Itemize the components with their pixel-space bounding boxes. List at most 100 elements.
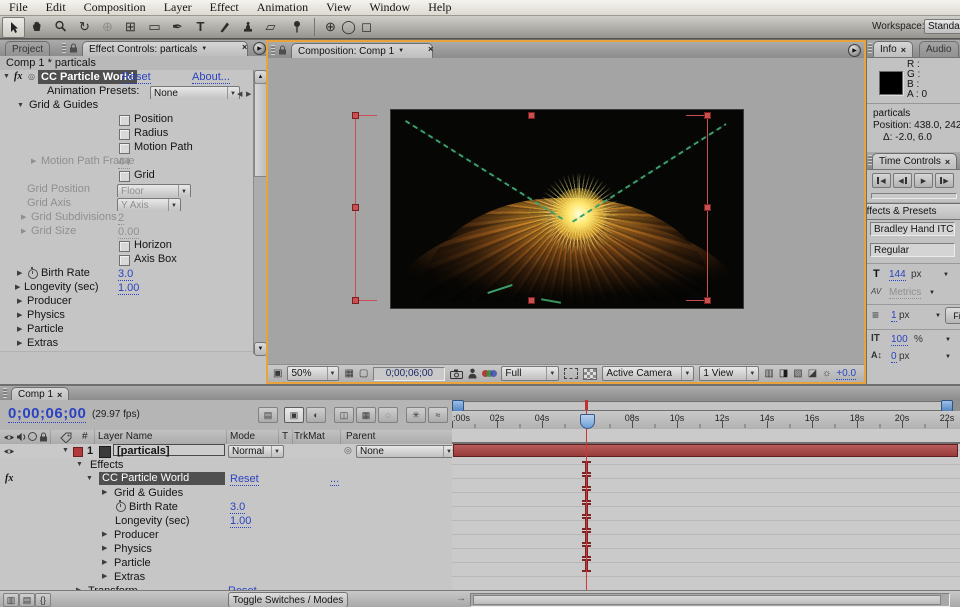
menu-animation[interactable]: Animation: [248, 0, 317, 15]
tab-composition[interactable]: Composition: Comp 1 ▼: [291, 43, 433, 58]
mask-visibility-icon[interactable]: ▢: [359, 368, 368, 379]
tab-time-controls[interactable]: Time Controls ×: [872, 153, 957, 169]
magnification-select[interactable]: 50% ▼: [287, 366, 339, 381]
next-frame-button[interactable]: ▶: [935, 173, 954, 188]
selection-handle[interactable]: [352, 204, 359, 211]
menu-effect[interactable]: Effect: [201, 0, 248, 15]
birth-rate-value[interactable]: 3.0: [230, 502, 245, 514]
dropdown-arrow-icon[interactable]: ▼: [943, 272, 949, 278]
twirl-closed-icon[interactable]: ▶: [102, 542, 107, 556]
graph-editor-button[interactable]: ≈: [428, 407, 448, 423]
fill-over-stroke-button[interactable]: Fill: [945, 307, 960, 324]
tab-dropdown-icon[interactable]: ▼: [398, 48, 404, 54]
twirl-open-icon[interactable]: ▼: [3, 70, 10, 84]
fast-previews-icon[interactable]: ◨: [779, 368, 788, 379]
label-tag-icon[interactable]: [60, 432, 72, 443]
param-value[interactable]: 0.00: [118, 227, 139, 239]
grid-checkbox[interactable]: [119, 171, 130, 182]
close-panel-icon[interactable]: ×: [242, 42, 247, 52]
twirl-closed-icon[interactable]: ▶: [102, 556, 107, 570]
menu-view[interactable]: View: [317, 0, 360, 15]
view-select[interactable]: Active Camera ▼: [602, 366, 694, 381]
menu-window[interactable]: Window: [360, 0, 419, 15]
pixel-aspect-icon[interactable]: ▥: [764, 368, 773, 379]
longevity-value[interactable]: 1.00: [230, 516, 251, 528]
selection-handle[interactable]: [352, 112, 359, 119]
dropdown-arrow-icon[interactable]: ▼: [935, 313, 941, 319]
resolution-select[interactable]: Full ▼: [501, 366, 559, 381]
world-axis-mode-button[interactable]: ◯: [340, 17, 357, 36]
panel-gripper[interactable]: [868, 43, 872, 53]
twirl-closed-icon[interactable]: ▶: [102, 570, 107, 584]
stopwatch-icon[interactable]: [116, 502, 126, 512]
puppet-pin-tool[interactable]: [286, 17, 307, 36]
panel-gripper[interactable]: [271, 45, 275, 55]
axis-box-checkbox[interactable]: [119, 255, 130, 266]
horizontal-scrollbar-thumb[interactable]: [473, 595, 941, 605]
menu-edit[interactable]: Edit: [37, 0, 75, 15]
selection-handle[interactable]: [704, 297, 711, 304]
position-checkbox[interactable]: [119, 115, 130, 126]
selection-handle[interactable]: [528, 112, 535, 119]
expand-in-out-icon[interactable]: {}: [35, 593, 51, 607]
tab-dropdown-icon[interactable]: ▼: [201, 46, 207, 52]
close-panel-icon[interactable]: ×: [945, 157, 950, 167]
menu-layer[interactable]: Layer: [155, 0, 201, 15]
tab-audio[interactable]: Audio: [919, 41, 959, 57]
timeline-button-icon[interactable]: ▧: [793, 368, 802, 379]
live-update-button[interactable]: ▣: [284, 407, 304, 423]
local-axis-mode-button[interactable]: ⊕: [322, 17, 339, 36]
row-physics[interactable]: ▶ Physics: [0, 542, 452, 557]
solo-icon[interactable]: [28, 432, 37, 441]
rotation-tool[interactable]: ↻: [74, 17, 95, 36]
type-tool[interactable]: T: [190, 17, 211, 36]
twirl-closed-icon[interactable]: ▶: [17, 309, 22, 323]
layer-row[interactable]: ▼ 1 [particals] Normal ▼ ◎ None ▼: [0, 444, 452, 459]
pen-tool[interactable]: ✒: [167, 17, 188, 36]
reset-link[interactable]: Reset: [122, 72, 151, 84]
dropdown-arrow-icon[interactable]: ▼: [945, 354, 951, 360]
row-birth-rate[interactable]: Birth Rate 3.0: [0, 500, 452, 515]
birth-rate-value[interactable]: 3.0: [118, 269, 133, 281]
font-style-field[interactable]: Regular: [870, 243, 955, 257]
row-extras[interactable]: ▶ Extras: [0, 570, 452, 585]
vertical-scale-value[interactable]: 100: [891, 334, 908, 346]
expand-layer-switches-icon[interactable]: ▥: [3, 593, 19, 607]
frame-blending-button[interactable]: ▦: [356, 407, 376, 423]
row-longevity[interactable]: Longevity (sec) 1.00: [0, 514, 452, 529]
motion-path-checkbox[interactable]: [119, 143, 130, 154]
twirl-closed-icon[interactable]: ▶: [21, 211, 26, 225]
panel-menu-button[interactable]: ▶: [253, 42, 266, 55]
twirl-open-icon[interactable]: ▼: [62, 444, 69, 458]
flowchart-button-icon[interactable]: ◪: [808, 368, 817, 379]
twirl-closed-icon[interactable]: ▶: [31, 155, 36, 169]
row-producer[interactable]: ▶ Producer: [0, 528, 452, 543]
row-particle[interactable]: ▶ Particle: [0, 556, 452, 571]
workspace-select[interactable]: Standard: [924, 19, 960, 34]
close-panel-icon[interactable]: ×: [901, 45, 906, 55]
clone-stamp-tool[interactable]: [237, 17, 258, 36]
viewer-current-time[interactable]: 0;00;06;00: [373, 367, 445, 381]
zoom-tool[interactable]: [50, 17, 71, 36]
blend-mode-select[interactable]: Normal ▼: [228, 445, 284, 458]
parent-select[interactable]: None ▼: [356, 445, 456, 458]
param-value[interactable]: 44: [118, 157, 130, 169]
brush-tool[interactable]: [214, 17, 235, 36]
dropdown-arrow-icon[interactable]: ▼: [929, 290, 935, 296]
expand-transfer-controls-icon[interactable]: ▤: [19, 593, 35, 607]
effect-enable-icon[interactable]: ◎: [28, 70, 35, 84]
effect-row-cc-particle-world[interactable]: fx ▼ CC Particle World Reset ...: [0, 472, 452, 487]
view-axis-mode-button[interactable]: ◻: [358, 17, 375, 36]
orbit-camera-tool[interactable]: ⊕: [97, 17, 118, 36]
twirl-closed-icon[interactable]: ▶: [102, 486, 107, 500]
param-value[interactable]: 2: [118, 213, 124, 225]
horizontal-scrollbar-track[interactable]: [470, 593, 950, 607]
lock-icon[interactable]: [39, 432, 48, 442]
kerning-value[interactable]: Metrics: [889, 287, 921, 299]
tab-comp-1[interactable]: Comp 1 ×: [11, 387, 69, 401]
dropdown-arrow-icon[interactable]: ▼: [945, 337, 951, 343]
time-ruler[interactable]: :00s 02s 04s 06s 08s 10s 12s 14s 16s 18s…: [452, 411, 960, 430]
exposure-value[interactable]: +0.0: [836, 368, 856, 380]
selection-handle[interactable]: [528, 297, 535, 304]
motion-blur-button[interactable]: ◌: [378, 407, 398, 423]
